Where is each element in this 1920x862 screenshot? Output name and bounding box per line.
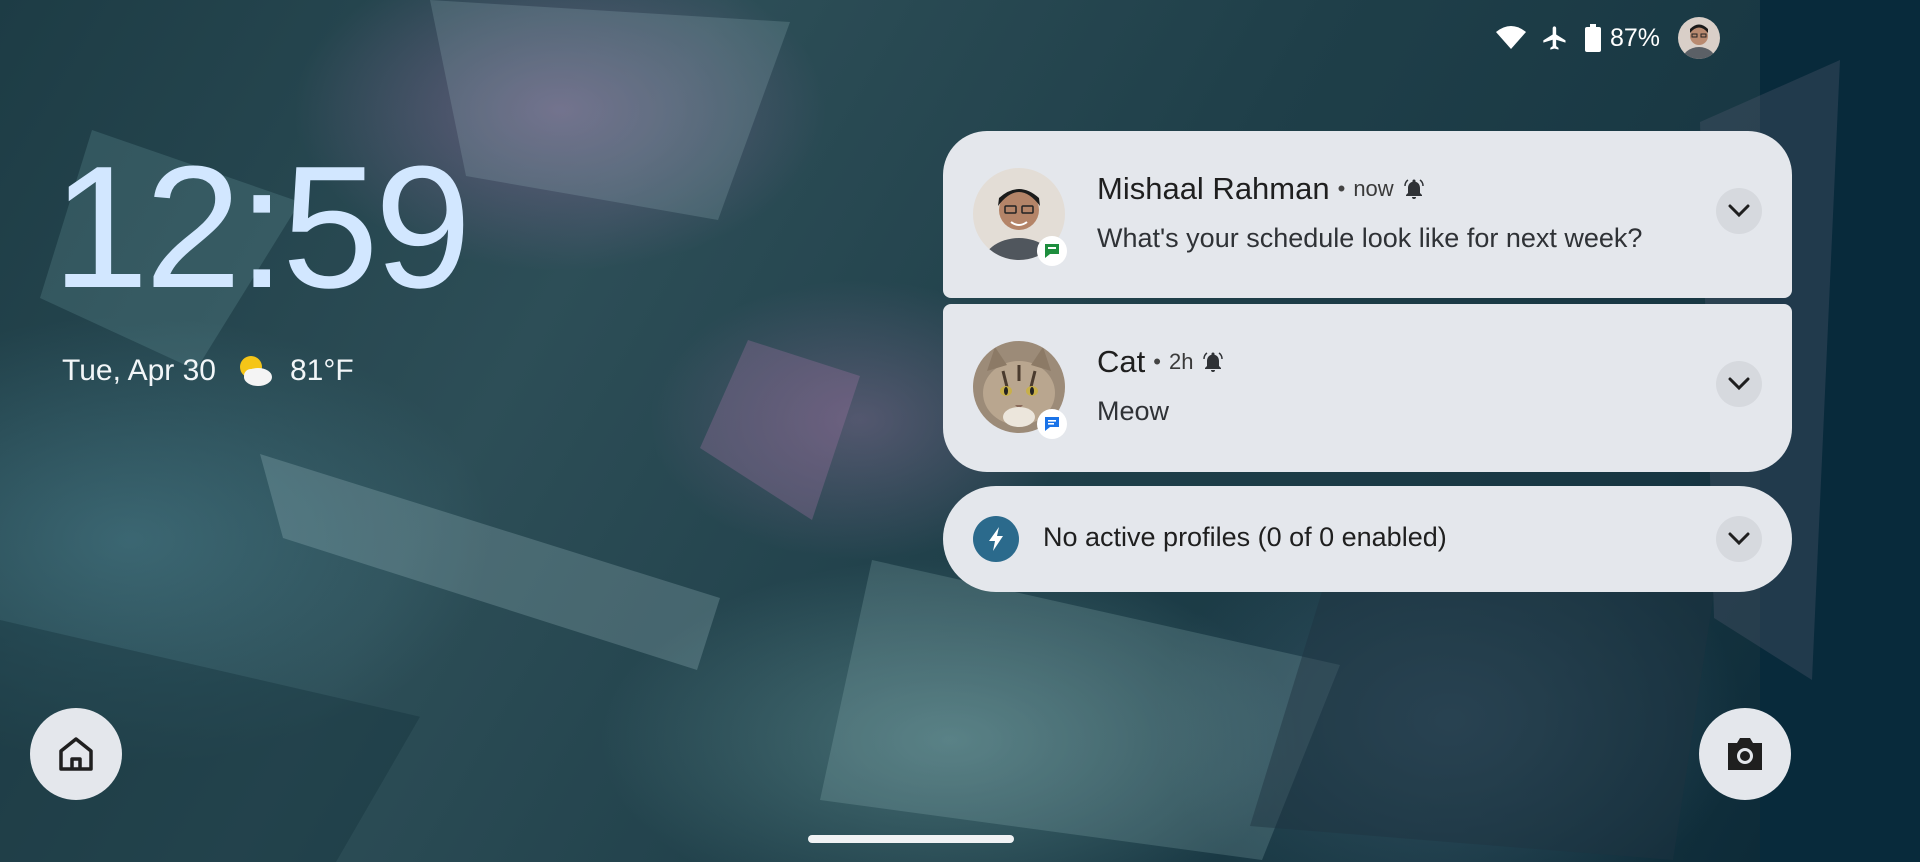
profiles-text: No active profiles (0 of 0 enabled)	[1043, 522, 1447, 552]
bell-icon	[1402, 177, 1426, 201]
camera-icon	[1728, 738, 1762, 770]
wifi-icon	[1494, 26, 1528, 50]
expand-button[interactable]	[1716, 516, 1762, 562]
chevron-down-icon	[1728, 377, 1750, 391]
battery-icon	[1582, 24, 1604, 52]
wallpaper-shard	[260, 454, 720, 670]
partly-cloudy-icon	[236, 352, 274, 390]
bolt-icon	[973, 516, 1019, 562]
profiles-notification[interactable]: No active profiles (0 of 0 enabled)	[943, 486, 1792, 592]
notification-time: now	[1353, 176, 1394, 201]
notification-message: What's your schedule look like for next …	[1097, 223, 1643, 253]
date-text: Tue, Apr 30	[62, 354, 216, 387]
lockscreen-clock: 12:59	[52, 129, 471, 324]
date-weather[interactable]: Tue, Apr 30 81°F	[62, 352, 354, 390]
sender-name: Cat	[1097, 344, 1146, 379]
wallpaper-shard	[430, 0, 790, 220]
battery-percentage: 87%	[1610, 23, 1661, 52]
user-avatar[interactable]	[1678, 17, 1721, 59]
separator-dot: •	[1337, 176, 1346, 201]
wallpaper-shard	[700, 340, 860, 520]
home-shortcut-button[interactable]	[30, 708, 122, 800]
airplane-icon	[1538, 24, 1572, 52]
notification-time: 2h	[1168, 349, 1194, 374]
chevron-down-icon	[1728, 532, 1750, 546]
camera-shortcut-button[interactable]	[1699, 708, 1791, 800]
separator-dot: •	[1153, 349, 1161, 374]
navigation-handle[interactable]	[808, 835, 1014, 843]
home-icon	[59, 737, 93, 771]
expand-button[interactable]	[1716, 188, 1762, 234]
expand-button[interactable]	[1716, 361, 1762, 407]
sender-name: Mishaal Rahman	[1097, 171, 1330, 206]
notification-card[interactable]: Mishaal Rahman • now What's your schedul…	[943, 131, 1792, 298]
message-app-badge	[1037, 409, 1067, 439]
bell-icon	[1201, 350, 1225, 374]
notification-card[interactable]: Cat • 2h Meow	[943, 304, 1792, 472]
chevron-down-icon	[1728, 204, 1750, 218]
chat-app-badge	[1037, 236, 1067, 266]
notification-message: Meow	[1097, 396, 1170, 426]
temperature-text: 81°F	[289, 354, 354, 387]
status-bar: 87%	[1494, 17, 1721, 59]
